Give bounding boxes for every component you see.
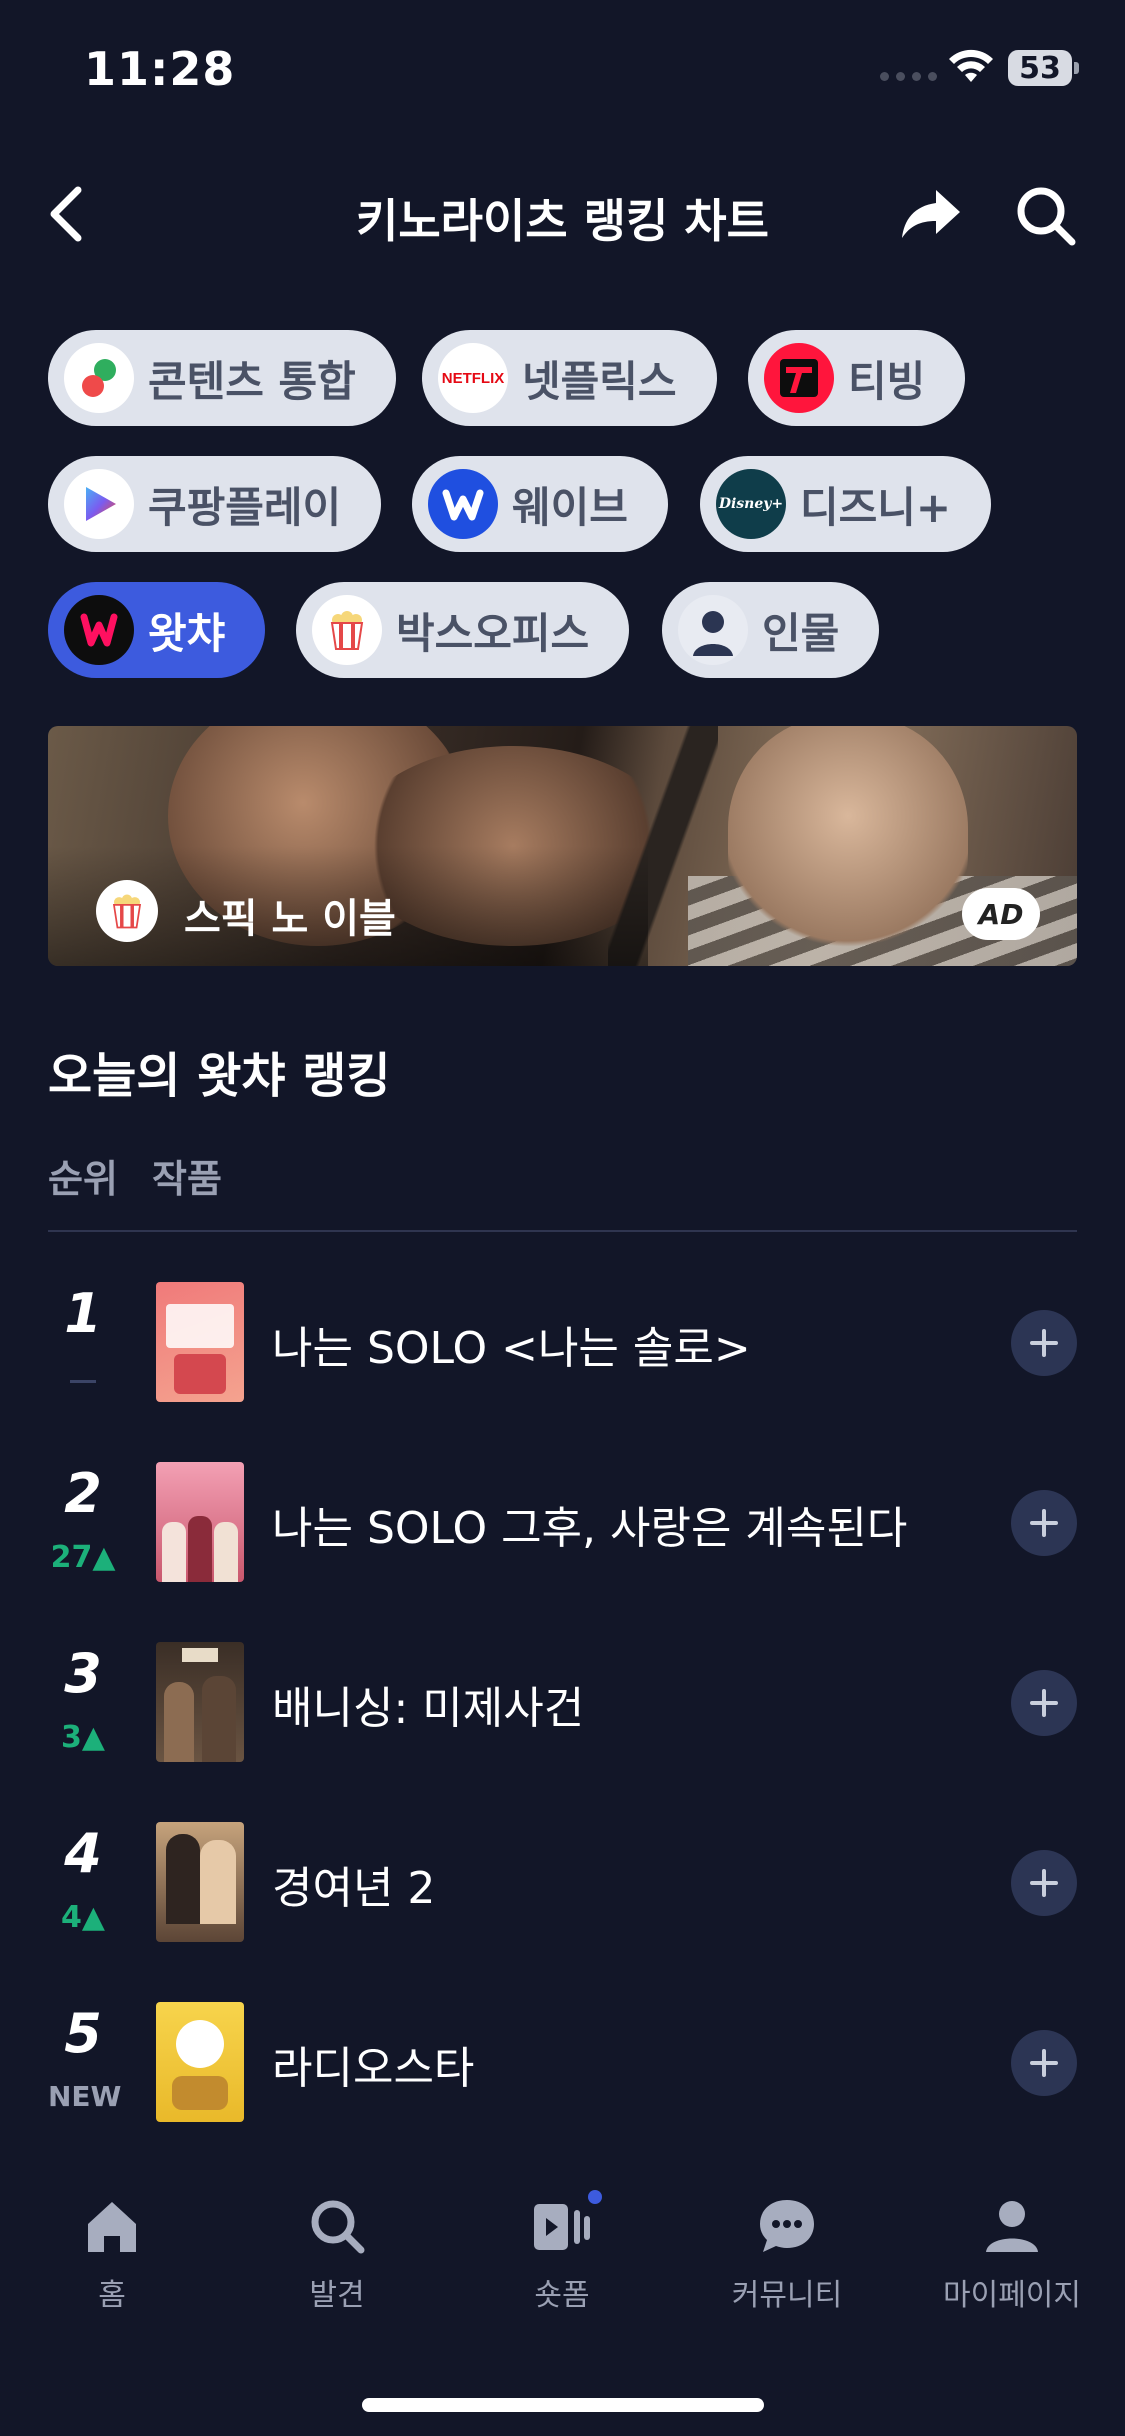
divider	[48, 1230, 1077, 1232]
ranking-row[interactable]: 2 27▲ 나는 SOLO 그후, 사랑은 계속된다	[48, 1462, 1077, 1592]
nav-label: 발견	[309, 2278, 365, 2313]
watcha-logo-icon	[64, 595, 134, 665]
row-title: 라디오스타	[272, 2043, 475, 2094]
chip-label: 티빙	[848, 356, 926, 406]
plus-icon	[1030, 1329, 1058, 1357]
plus-icon	[1030, 1509, 1058, 1537]
share-icon[interactable]	[898, 184, 962, 244]
status-time: 11:28	[84, 42, 236, 96]
add-button[interactable]	[1011, 1670, 1077, 1736]
battery-level: 53	[1019, 50, 1061, 86]
poster-thumbnail[interactable]	[156, 2002, 244, 2122]
poster-thumbnail[interactable]	[156, 1822, 244, 1942]
chip-label: 박스오피스	[396, 608, 590, 658]
ranking-title: 오늘의 왓챠 랭킹	[48, 1048, 391, 1104]
ranking-row[interactable]: 1 나는 SOLO <나는 솔로>	[48, 1282, 1077, 1412]
ad-banner[interactable]: 스픽 노 이블 AD	[48, 726, 1077, 966]
nav-label: 숏폼	[534, 2278, 590, 2313]
nav-label: 홈	[98, 2278, 126, 2313]
tving-logo-icon	[764, 343, 834, 413]
chip-wavve[interactable]: 웨이브	[412, 456, 668, 552]
chip-person[interactable]: 인물	[662, 582, 880, 678]
home-indicator[interactable]	[362, 2398, 764, 2412]
poster-thumbnail[interactable]	[156, 1462, 244, 1582]
home-icon	[88, 2202, 136, 2252]
nav-community[interactable]: 커뮤니티	[697, 2196, 877, 2314]
plus-icon	[1030, 1689, 1058, 1717]
signal-icon	[880, 72, 937, 81]
chip-box-office[interactable]: 박스오피스	[296, 582, 630, 678]
ranking-row[interactable]: 4 4▲ 경여년 2	[48, 1822, 1077, 1952]
chip-content-total[interactable]: 콘텐츠 통합	[48, 330, 396, 426]
add-button[interactable]	[1011, 1310, 1077, 1376]
rank-number: 1	[64, 1282, 102, 1345]
plus-icon	[1030, 2049, 1058, 2077]
add-button[interactable]	[1011, 1850, 1077, 1916]
row-title: 경여년 2	[272, 1863, 436, 1914]
search-icon[interactable]	[1014, 184, 1078, 248]
profile-icon	[986, 2201, 1038, 2252]
ranking-row[interactable]: 5 NEW 라디오스타	[48, 2002, 1077, 2132]
search-icon	[311, 2200, 365, 2254]
nav-discover[interactable]: 발견	[247, 2196, 427, 2314]
nav-mypage[interactable]: 마이페이지	[922, 2196, 1102, 2314]
row-title: 배니싱: 미제사건	[272, 1683, 585, 1734]
nav-label: 마이페이지	[943, 2278, 1081, 2313]
person-icon	[678, 595, 748, 665]
banner-title: 스픽 노 이블	[184, 896, 396, 942]
netflix-logo-icon: NETFLIX	[438, 343, 508, 413]
rank-new-badge: NEW	[48, 2080, 122, 2113]
netflix-wordmark: NETFLIX	[441, 369, 505, 387]
chip-disney-plus[interactable]: Disney+ 디즈니+	[700, 456, 992, 552]
rank-number: 3	[64, 1642, 102, 1705]
column-header-title: 작품	[152, 1157, 222, 1201]
chip-label: 디즈니+	[800, 482, 952, 532]
banner-image-woman	[728, 726, 968, 966]
popcorn-icon	[96, 880, 158, 942]
chip-label: 넷플릭스	[522, 356, 677, 406]
chip-label: 인물	[762, 608, 840, 658]
row-title: 나는 SOLO <나는 솔로>	[272, 1323, 751, 1374]
chip-label: 웨이브	[512, 482, 628, 532]
shortform-icon	[534, 2204, 590, 2250]
rank-number: 5	[64, 2002, 102, 2065]
column-header-rank: 순위	[48, 1157, 118, 1201]
nav-label: 커뮤니티	[731, 2278, 843, 2313]
chat-bubble-icon	[760, 2200, 814, 2252]
ranking-row[interactable]: 3 3▲ 배니싱: 미제사건	[48, 1642, 1077, 1772]
chip-label: 왓챠	[148, 608, 226, 658]
nav-shortform[interactable]: 숏폼	[472, 2190, 652, 2314]
poster-thumbnail[interactable]	[156, 1282, 244, 1402]
rank-change: 3▲	[61, 1720, 105, 1755]
disney-plus-logo-icon: Disney+	[716, 469, 786, 539]
battery-nub	[1074, 62, 1079, 74]
chip-label: 쿠팡플레이	[148, 482, 342, 532]
coupang-play-logo-icon	[64, 469, 134, 539]
row-title: 나는 SOLO 그후, 사랑은 계속된다	[272, 1503, 908, 1554]
poster-thumbnail[interactable]	[156, 1642, 244, 1762]
wavve-logo-icon	[428, 469, 498, 539]
rank-change: 4▲	[61, 1900, 105, 1935]
kinolights-logo-icon	[64, 343, 134, 413]
battery-icon: 53	[1008, 50, 1072, 86]
popcorn-icon	[312, 595, 382, 665]
rank-number: 4	[64, 1822, 102, 1885]
ad-badge: AD	[962, 888, 1040, 940]
chip-netflix[interactable]: NETFLIX 넷플릭스	[422, 330, 717, 426]
add-button[interactable]	[1011, 2030, 1077, 2096]
rank-unchanged-indicator	[70, 1380, 96, 1383]
plus-icon	[1030, 1869, 1058, 1897]
wifi-icon	[949, 49, 993, 82]
chip-tving[interactable]: 티빙	[748, 330, 966, 426]
add-button[interactable]	[1011, 1490, 1077, 1556]
rank-number: 2	[64, 1462, 102, 1525]
disney-wordmark: Disney+	[718, 496, 784, 512]
back-arrow-icon[interactable]	[44, 184, 88, 244]
chip-coupang-play[interactable]: 쿠팡플레이	[48, 456, 382, 552]
chip-label: 콘텐츠 통합	[148, 356, 356, 406]
chip-watcha[interactable]: 왓챠	[48, 582, 266, 678]
notification-dot	[588, 2190, 602, 2204]
nav-home[interactable]: 홈	[22, 2196, 202, 2314]
rank-change: 27▲	[50, 1540, 116, 1575]
